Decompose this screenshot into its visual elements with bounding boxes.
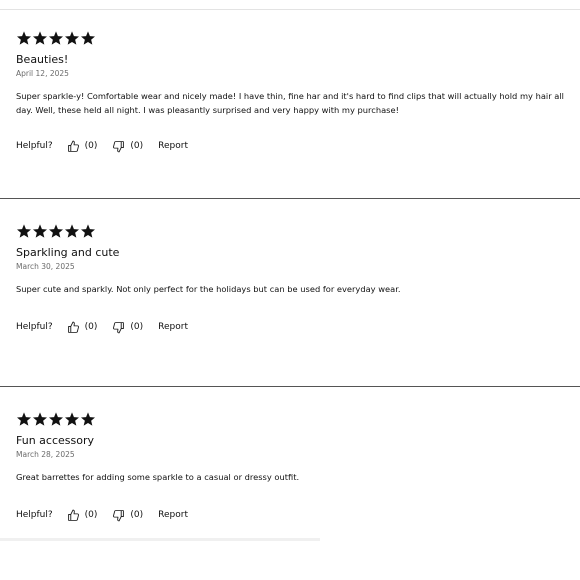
star-icon: [33, 224, 47, 238]
star-icon: [17, 31, 31, 45]
star-rating: [16, 30, 578, 46]
helpful-yes-button[interactable]: (0): [67, 321, 98, 334]
helpful-no-button[interactable]: (0): [112, 509, 143, 522]
helpful-yes-button[interactable]: (0): [67, 140, 98, 153]
star-icon: [81, 412, 95, 426]
thumbs-up-icon: [67, 140, 79, 152]
star-icon: [17, 224, 31, 238]
star-icon: [81, 224, 95, 238]
helpful-no-button[interactable]: (0): [112, 321, 143, 334]
review-date: March 30, 2025: [16, 262, 75, 271]
review-actions: Helpful? (0) (0) Report: [16, 138, 188, 154]
star-icon: [49, 224, 63, 238]
star-icon: [33, 31, 47, 45]
review-card: Fun accessory March 28, 2025 Great barre…: [16, 411, 578, 521]
helpful-yes-count: (0): [84, 510, 98, 520]
report-link[interactable]: Report: [158, 510, 188, 520]
thumbs-down-icon: [113, 509, 125, 521]
star-icon: [49, 31, 63, 45]
review-card: Sparkling and cute March 30, 2025 Super …: [16, 223, 578, 333]
helpful-no-count: (0): [130, 510, 144, 520]
review-actions: Helpful? (0) (0) Report: [16, 507, 188, 523]
thumbs-down-icon: [113, 321, 125, 333]
top-divider: [0, 9, 580, 10]
review-title: Sparkling and cute: [16, 246, 120, 259]
review-body: Great barrettes for adding some sparkle …: [16, 472, 300, 482]
star-icon: [81, 31, 95, 45]
star-icon: [65, 412, 79, 426]
thumbs-down-icon: [113, 140, 125, 152]
review-title: Beauties!: [16, 53, 69, 66]
review-date: April 12, 2025: [16, 69, 69, 78]
report-link[interactable]: Report: [158, 322, 188, 332]
helpful-label: Helpful?: [16, 322, 53, 332]
review-card: Beauties! April 12, 2025 Super sparkle-y…: [16, 30, 578, 152]
review-body: Super cute and sparkly. Not only perfect…: [16, 284, 401, 294]
star-icon: [65, 31, 79, 45]
helpful-no-count: (0): [130, 322, 144, 332]
star-icon: [33, 412, 47, 426]
star-icon: [49, 412, 63, 426]
review-actions: Helpful? (0) (0) Report: [16, 319, 188, 335]
thumbs-up-icon: [67, 321, 79, 333]
helpful-label: Helpful?: [16, 141, 53, 151]
star-icon: [17, 412, 31, 426]
helpful-yes-button[interactable]: (0): [67, 509, 98, 522]
helpful-yes-count: (0): [84, 141, 98, 151]
helpful-no-button[interactable]: (0): [112, 140, 143, 153]
star-rating: [16, 411, 578, 427]
review-divider: [0, 386, 580, 387]
report-link[interactable]: Report: [158, 141, 188, 151]
bottom-separator: [0, 538, 320, 541]
review-divider: [0, 198, 580, 199]
star-rating: [16, 223, 578, 239]
review-date: March 28, 2025: [16, 450, 75, 459]
helpful-yes-count: (0): [84, 322, 98, 332]
helpful-no-count: (0): [130, 141, 144, 151]
helpful-label: Helpful?: [16, 510, 53, 520]
star-icon: [65, 224, 79, 238]
review-body: Super sparkle-y! Comfortable wear and ni…: [16, 91, 564, 115]
review-title: Fun accessory: [16, 434, 94, 447]
thumbs-up-icon: [67, 509, 79, 521]
